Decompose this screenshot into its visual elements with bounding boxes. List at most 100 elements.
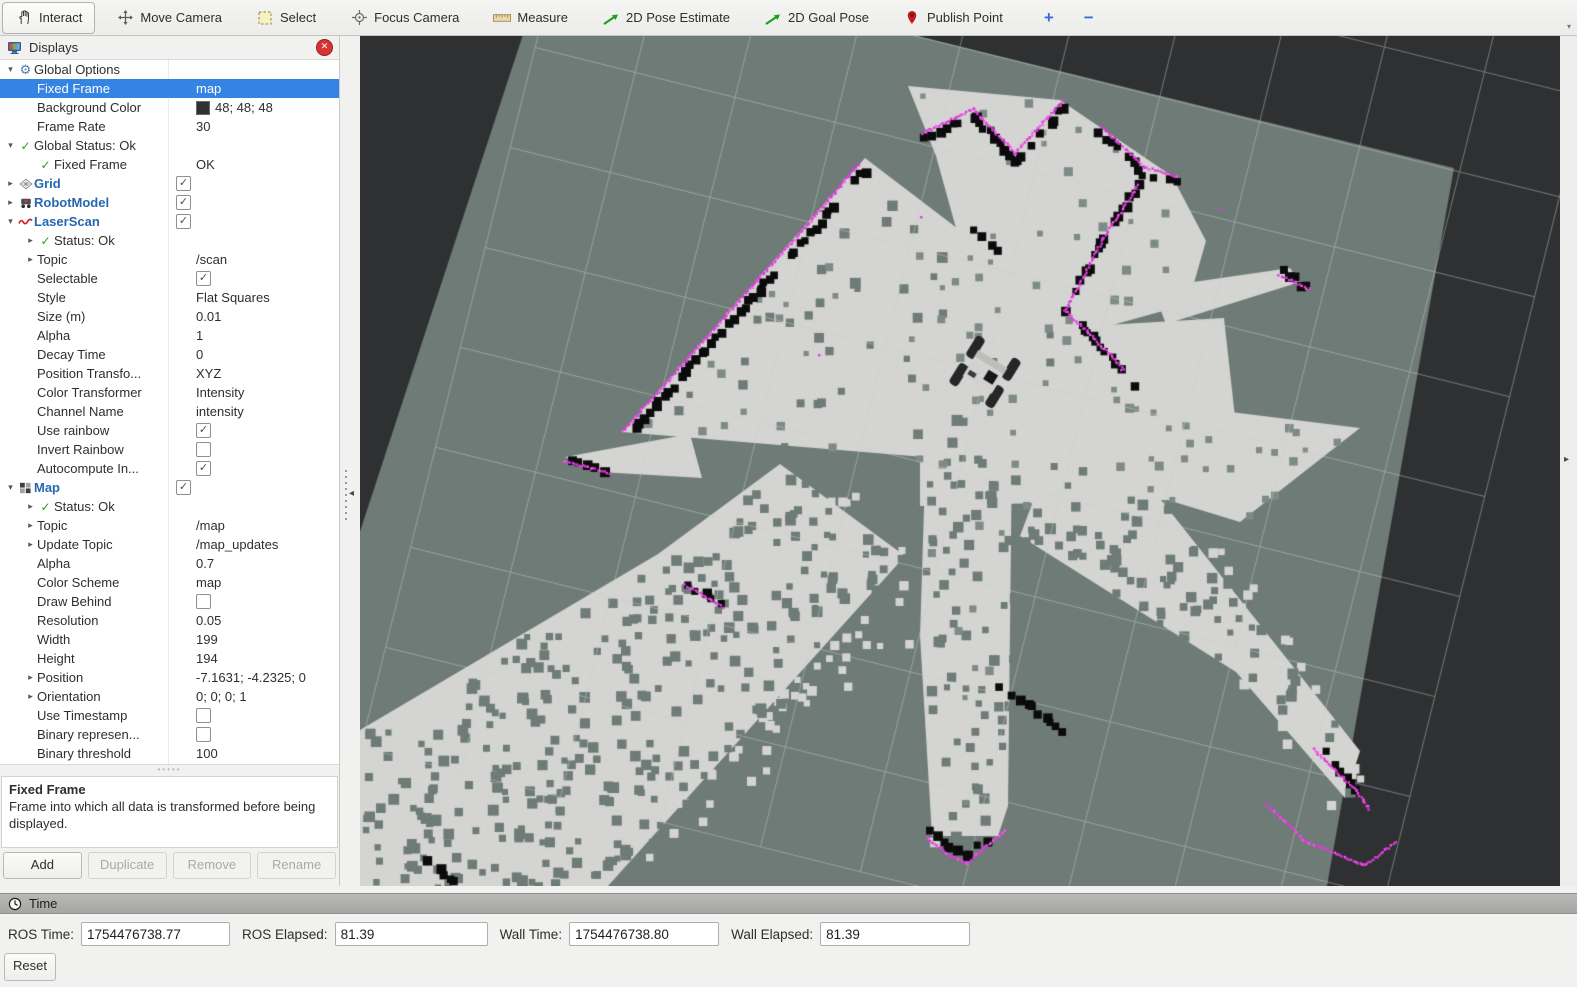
tree-row-alpha[interactable]: Alpha0.7 — [0, 554, 339, 573]
tree-row-status-ok[interactable]: ▸✓Status: Ok — [0, 231, 339, 250]
property-value[interactable]: 100 — [196, 746, 218, 761]
property-value[interactable]: XYZ — [196, 366, 221, 381]
checkbox-checked[interactable]: ✓ — [196, 271, 211, 286]
tree-row-draw-behind[interactable]: Draw Behind — [0, 592, 339, 611]
tree-row-resolution[interactable]: Resolution0.05 — [0, 611, 339, 630]
tree-row-status-ok[interactable]: ▸✓Status: Ok — [0, 497, 339, 516]
property-value[interactable]: OK — [196, 157, 215, 172]
tree-row-topic[interactable]: ▸Topic/scan — [0, 250, 339, 269]
wall-elapsed-input[interactable] — [820, 922, 970, 946]
right-panel-strip[interactable]: ▸ — [1560, 36, 1577, 886]
chevron-right-icon[interactable]: ▸ — [24, 235, 37, 246]
close-icon[interactable]: ✕ — [316, 39, 333, 56]
property-value[interactable]: map — [196, 81, 221, 96]
add-button[interactable]: Add — [3, 852, 82, 879]
tree-row-width[interactable]: Width199 — [0, 630, 339, 649]
wall-time-input[interactable] — [569, 922, 719, 946]
tree-row-background-color[interactable]: Background Color48; 48; 48 — [0, 98, 339, 117]
chevron-right-icon[interactable]: ▸ — [24, 501, 37, 512]
checkbox-checked[interactable]: ✓ — [176, 195, 191, 210]
tree-row-fixed-frame[interactable]: Fixed Framemap — [0, 79, 339, 98]
tree-row-grid[interactable]: ▸Grid✓ — [0, 174, 339, 193]
tree-row-laserscan[interactable]: ▾LaserScan✓ — [0, 212, 339, 231]
add-tool-button[interactable]: + — [1034, 8, 1064, 28]
collapse-right-icon[interactable]: ▸ — [1564, 454, 1569, 465]
toolbar-button-move-camera[interactable]: Move Camera — [103, 2, 235, 34]
toolbar-button-select[interactable]: Select — [243, 2, 329, 34]
tree-row-height[interactable]: Height194 — [0, 649, 339, 668]
property-value[interactable]: Flat Squares — [196, 290, 270, 305]
tree-row-selectable[interactable]: Selectable✓ — [0, 269, 339, 288]
chevron-right-icon[interactable]: ▸ — [24, 672, 37, 683]
tree-row-global-options[interactable]: ▾⚙Global Options — [0, 60, 339, 79]
tree-row-fixed-frame[interactable]: ✓Fixed FrameOK — [0, 155, 339, 174]
property-value[interactable]: 0 — [196, 347, 203, 362]
property-value[interactable]: /scan — [196, 252, 227, 267]
property-value[interactable]: 48; 48; 48 — [215, 100, 273, 115]
tree-row-style[interactable]: StyleFlat Squares — [0, 288, 339, 307]
ros-time-input[interactable] — [81, 922, 230, 946]
checkbox-unchecked[interactable] — [196, 727, 211, 742]
tree-row-binary-threshold[interactable]: Binary threshold100 — [0, 744, 339, 763]
time-panel-header[interactable]: Time — [0, 893, 1577, 914]
toolbar-button-publish-point[interactable]: Publish Point — [890, 2, 1016, 34]
tree-row-size-m[interactable]: Size (m)0.01 — [0, 307, 339, 326]
property-value[interactable]: 0.7 — [196, 556, 214, 571]
checkbox-unchecked[interactable] — [196, 708, 211, 723]
property-value[interactable]: 199 — [196, 632, 218, 647]
checkbox-checked[interactable]: ✓ — [176, 480, 191, 495]
property-value[interactable]: /map — [196, 518, 225, 533]
property-value[interactable]: 0.05 — [196, 613, 221, 628]
chevron-right-icon[interactable]: ▸ — [24, 539, 37, 550]
chevron-right-icon[interactable]: ▸ — [4, 197, 17, 208]
property-value[interactable]: 0.01 — [196, 309, 221, 324]
panel-splitter[interactable]: ◂ — [340, 36, 360, 886]
property-value[interactable]: 30 — [196, 119, 210, 134]
toolbar-button-interact[interactable]: Interact — [2, 2, 95, 34]
tree-row-binary-represen[interactable]: Binary represen... — [0, 725, 339, 744]
collapse-left-icon[interactable]: ◂ — [349, 488, 354, 499]
tree-row-color-transformer[interactable]: Color TransformerIntensity — [0, 383, 339, 402]
tree-row-position-transfo[interactable]: Position Transfo...XYZ — [0, 364, 339, 383]
tree-row-orientation[interactable]: ▸Orientation0; 0; 0; 1 — [0, 687, 339, 706]
chevron-right-icon[interactable]: ▸ — [24, 691, 37, 702]
checkbox-checked[interactable]: ✓ — [196, 461, 211, 476]
tree-row-map[interactable]: ▾Map✓ — [0, 478, 339, 497]
property-value[interactable]: -7.1631; -4.2325; 0 — [196, 670, 306, 685]
chevron-down-icon[interactable]: ▾ — [4, 140, 17, 151]
toolbar-button-focus-camera[interactable]: Focus Camera — [337, 2, 472, 34]
checkbox-checked[interactable]: ✓ — [176, 214, 191, 229]
displays-panel-header[interactable]: Displays ✕ — [0, 36, 339, 60]
tree-row-invert-rainbow[interactable]: Invert Rainbow — [0, 440, 339, 459]
toolbar-button-2d-goal-pose[interactable]: 2D Goal Pose — [751, 2, 882, 34]
reset-button[interactable]: Reset — [4, 953, 56, 981]
toolbar-button-2d-pose-estimate[interactable]: 2D Pose Estimate — [589, 2, 743, 34]
tree-row-use-rainbow[interactable]: Use rainbow✓ — [0, 421, 339, 440]
chevron-right-icon[interactable]: ▸ — [24, 254, 37, 265]
property-value[interactable]: intensity — [196, 404, 244, 419]
property-value[interactable]: 194 — [196, 651, 218, 666]
property-value[interactable]: /map_updates — [196, 537, 278, 552]
checkbox-unchecked[interactable] — [196, 442, 211, 457]
checkbox-checked[interactable]: ✓ — [176, 176, 191, 191]
ros-elapsed-input[interactable] — [335, 922, 488, 946]
tree-row-color-scheme[interactable]: Color Schememap — [0, 573, 339, 592]
chevron-down-icon[interactable]: ▾ — [4, 482, 17, 493]
toolbar-button-measure[interactable]: Measure — [480, 2, 581, 34]
tree-row-position[interactable]: ▸Position-7.1631; -4.2325; 0 — [0, 668, 339, 687]
tree-row-channel-name[interactable]: Channel Nameintensity — [0, 402, 339, 421]
tree-row-frame-rate[interactable]: Frame Rate30 — [0, 117, 339, 136]
chevron-down-icon[interactable]: ▾ — [4, 64, 17, 75]
tree-row-decay-time[interactable]: Decay Time0 — [0, 345, 339, 364]
chevron-down-icon[interactable]: ▾ — [4, 216, 17, 227]
panel-resize-handle[interactable]: ••••• — [0, 765, 339, 775]
tree-row-robotmodel[interactable]: ▸RobotModel✓ — [0, 193, 339, 212]
property-value[interactable]: 0; 0; 0; 1 — [196, 689, 247, 704]
chevron-right-icon[interactable]: ▸ — [4, 178, 17, 189]
property-value[interactable]: map — [196, 575, 221, 590]
chevron-right-icon[interactable]: ▸ — [24, 520, 37, 531]
3d-viewport[interactable] — [360, 36, 1560, 886]
tree-row-alpha[interactable]: Alpha1 — [0, 326, 339, 345]
tree-row-use-timestamp[interactable]: Use Timestamp — [0, 706, 339, 725]
toolbar-overflow-icon[interactable]: ▾ — [1567, 22, 1571, 31]
